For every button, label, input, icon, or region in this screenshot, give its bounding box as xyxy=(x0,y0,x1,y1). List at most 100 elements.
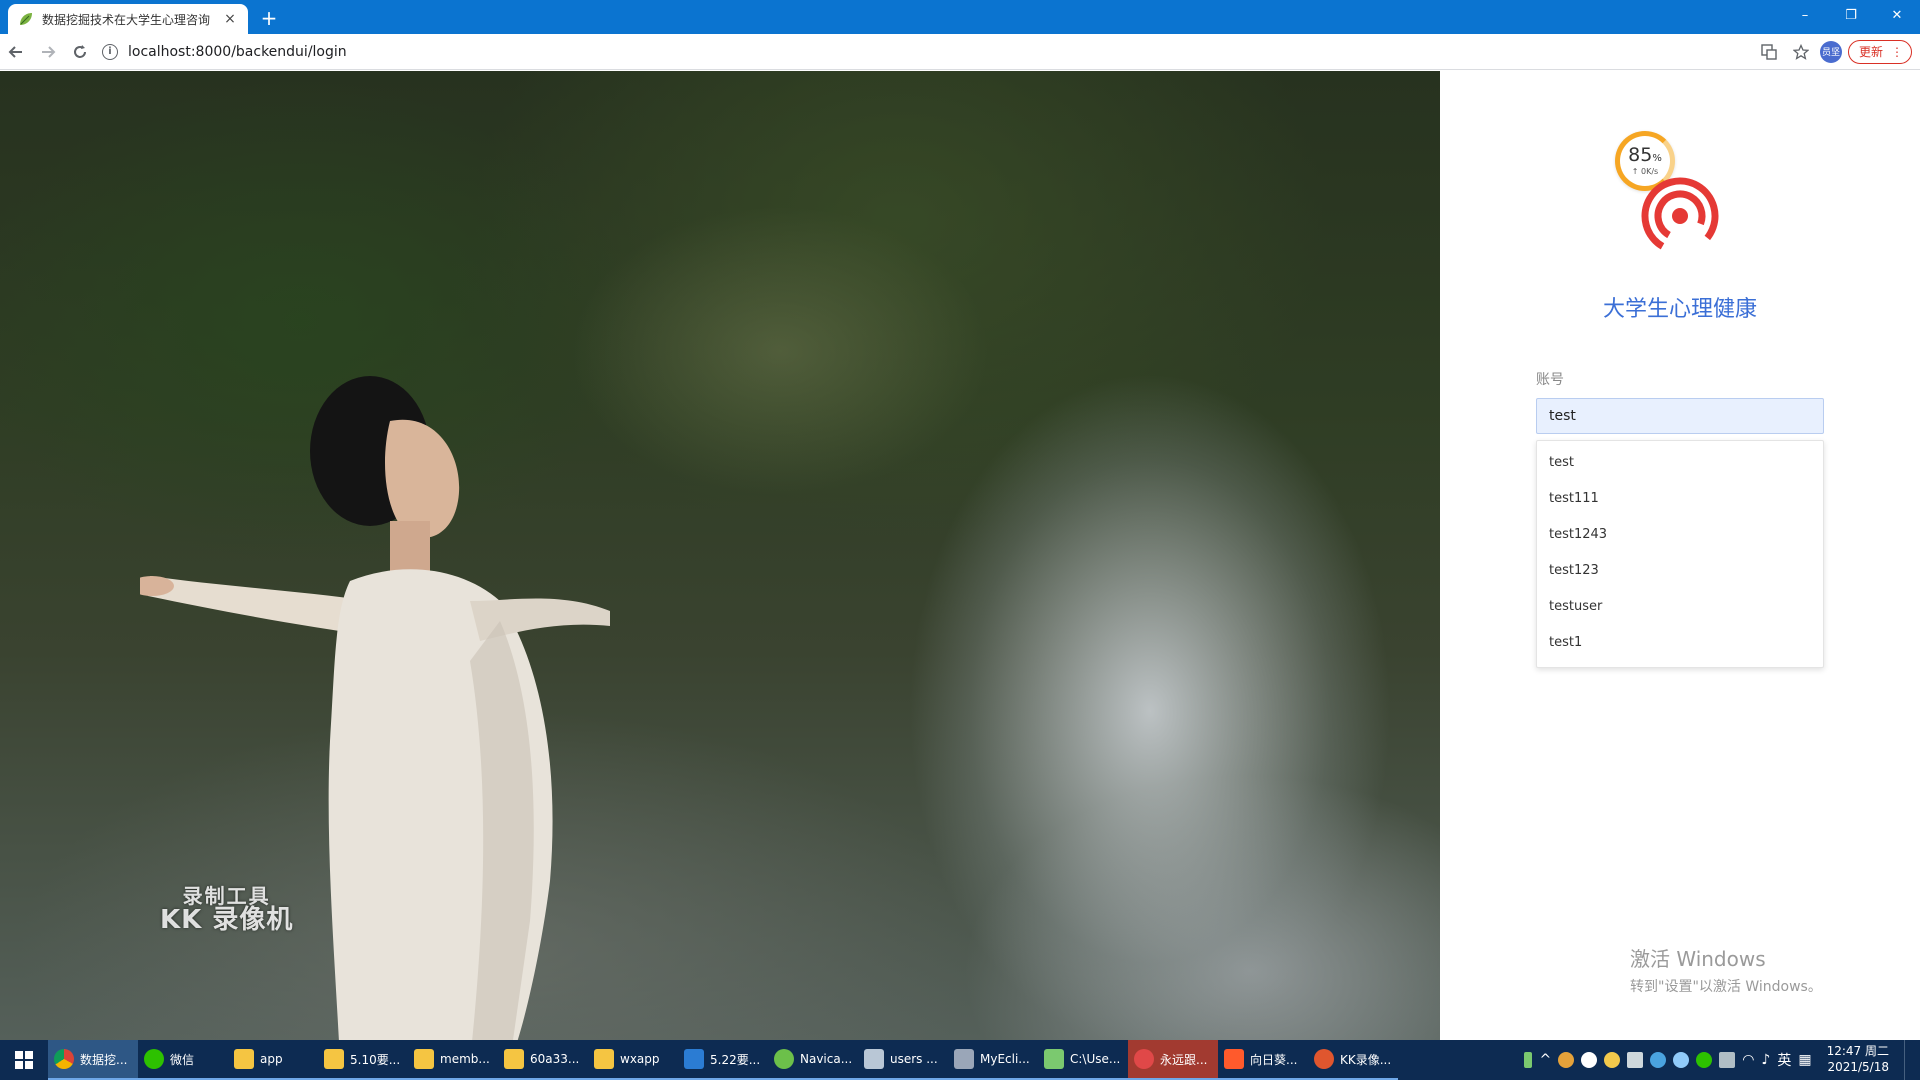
tab-close-icon[interactable]: × xyxy=(222,11,238,27)
browser-titlebar: 数据挖掘技术在大学生心理咨询 × + – ❐ ✕ xyxy=(0,0,1920,34)
reload-button[interactable] xyxy=(64,36,96,68)
taskbar-item-label: 微信 xyxy=(170,1052,195,1067)
tray-app-icon[interactable] xyxy=(1581,1052,1598,1068)
activation-line1: 激活 Windows xyxy=(1630,947,1766,971)
word-icon xyxy=(684,1049,704,1069)
tray-app-icon[interactable] xyxy=(1558,1052,1575,1068)
speed-percent: 85% xyxy=(1628,144,1662,166)
folder-icon xyxy=(414,1049,434,1069)
taskbar-item[interactable]: 微信 xyxy=(138,1040,228,1080)
translate-icon[interactable] xyxy=(1756,39,1782,65)
profile-avatar[interactable]: 员坚 xyxy=(1819,40,1842,63)
volume-icon[interactable]: ♪ xyxy=(1761,1052,1770,1068)
taskbar-item-label: users ... xyxy=(890,1052,938,1066)
taskbar-item[interactable]: wxapp xyxy=(588,1040,678,1080)
tray-expand-icon[interactable]: ^ xyxy=(1539,1052,1551,1068)
forward-button[interactable] xyxy=(32,36,64,68)
watermark-line2: KK 录像机 xyxy=(160,905,294,935)
player-icon xyxy=(1134,1049,1154,1069)
taskbar-item-label: 5.22要... xyxy=(710,1052,761,1067)
tray-app-icon[interactable] xyxy=(1604,1052,1621,1068)
folder-icon xyxy=(234,1049,254,1069)
taskbar-item[interactable]: 数据挖... xyxy=(48,1040,138,1080)
database-icon xyxy=(864,1049,884,1069)
taskbar-item[interactable]: app xyxy=(228,1040,318,1080)
bookmark-star-icon[interactable] xyxy=(1788,39,1814,65)
address-bar[interactable]: i localhost:8000/backendui/login xyxy=(102,38,1756,66)
speed-rate: ↑ 0K/s xyxy=(1631,167,1659,176)
show-desktop-button[interactable] xyxy=(1904,1040,1910,1080)
update-button[interactable]: 更新 ⋮ xyxy=(1847,39,1912,64)
clock-time: 12:47 周二 xyxy=(1826,1044,1889,1059)
start-button[interactable] xyxy=(0,1040,48,1080)
tray-app-icon[interactable] xyxy=(1650,1052,1667,1068)
wifi-icon[interactable]: ◠ xyxy=(1742,1052,1754,1068)
suggestion-item[interactable]: test xyxy=(1537,445,1823,481)
suggestion-item[interactable]: test1243 xyxy=(1537,517,1823,553)
chrome-icon xyxy=(54,1049,74,1069)
windows-taskbar: 数据挖... 微信 app 5.10要... memb... 60a33... wxapp 5… xyxy=(0,1040,1920,1080)
kk-recorder-icon xyxy=(1314,1049,1334,1069)
ime-indicator[interactable]: 英 xyxy=(1777,1050,1791,1070)
tray-app-icon[interactable] xyxy=(1719,1052,1736,1068)
arrow-left-icon xyxy=(8,45,22,58)
tray-app-icon[interactable] xyxy=(1627,1052,1644,1068)
taskbar-item-label: 数据挖... xyxy=(80,1052,128,1067)
suggestion-item[interactable]: testuser xyxy=(1537,589,1823,625)
keyboard-icon[interactable]: ▦ xyxy=(1798,1052,1811,1068)
taskbar-item[interactable]: 永远跟... xyxy=(1128,1040,1218,1080)
tab-title: 数据挖掘技术在大学生心理咨询 xyxy=(42,12,211,27)
suggestion-item[interactable]: test111 xyxy=(1537,481,1823,517)
wechat-tray-icon[interactable] xyxy=(1696,1052,1713,1068)
taskbar-item[interactable]: KK录像... xyxy=(1308,1040,1398,1080)
navicat-icon xyxy=(774,1049,794,1069)
taskbar-item[interactable]: 向日葵... xyxy=(1218,1040,1308,1080)
leaf-favicon-icon xyxy=(20,13,32,25)
reload-icon xyxy=(74,44,86,58)
wechat-icon xyxy=(144,1049,164,1069)
taskbar-item[interactable]: C:\Use... xyxy=(1038,1040,1128,1080)
taskbar-item-label: wxapp xyxy=(620,1052,660,1066)
recorder-watermark: 录制工具 KK 录像机 xyxy=(160,886,293,934)
taskbar-item-label: C:\Use... xyxy=(1070,1052,1121,1066)
activation-line2: 转到"设置"以激活 Windows。 xyxy=(1630,979,1822,995)
taskbar-item[interactable]: 5.22要... xyxy=(678,1040,768,1080)
login-panel: 85% ↑ 0K/s 大学生心理健康 账号 test test111 test1… xyxy=(1440,71,1920,1040)
taskbar-item[interactable]: MyEcli... xyxy=(948,1040,1038,1080)
account-input[interactable] xyxy=(1536,398,1824,434)
folder-icon xyxy=(504,1049,524,1069)
clock[interactable]: 12:47 周二 2021/5/18 xyxy=(1827,1044,1889,1075)
browser-tab[interactable]: 数据挖掘技术在大学生心理咨询 × xyxy=(8,4,248,34)
taskbar-item[interactable]: users ... xyxy=(858,1040,948,1080)
taskbar-item[interactable]: 60a33... xyxy=(498,1040,588,1080)
update-label: 更新 xyxy=(1858,45,1883,59)
sunlogin-icon xyxy=(1224,1049,1244,1069)
restore-button[interactable]: ❐ xyxy=(1828,0,1874,30)
site-info-icon[interactable]: i xyxy=(102,43,118,60)
folder-icon xyxy=(594,1049,614,1069)
window-controls: – ❐ ✕ xyxy=(1782,0,1920,30)
suggestion-item[interactable]: test123 xyxy=(1537,553,1823,589)
windows-logo-icon xyxy=(15,1051,33,1069)
eclipse-icon xyxy=(954,1049,974,1069)
minimize-button[interactable]: – xyxy=(1782,0,1828,30)
back-button[interactable] xyxy=(0,36,32,68)
system-tray: ^ ◠ ♪ 英 ▦ 12:47 周二 2021/5/18 xyxy=(1524,1040,1920,1080)
browser-toolbar: i localhost:8000/backendui/login 员坚 更新 ⋮ xyxy=(0,34,1920,70)
watermark-line1: 录制工具 xyxy=(182,884,271,908)
menu-dots-icon: ⋮ xyxy=(1891,44,1903,59)
taskbar-item-label: Navica... xyxy=(800,1052,853,1066)
tray-app-icon[interactable] xyxy=(1673,1052,1690,1068)
battery-icon[interactable] xyxy=(1524,1052,1533,1068)
taskbar-item-label: app xyxy=(260,1052,283,1066)
new-tab-button[interactable]: + xyxy=(254,4,284,34)
taskbar-item[interactable]: Navica... xyxy=(768,1040,858,1080)
suggestion-item[interactable]: test1 xyxy=(1537,625,1823,661)
taskbar-item-label: KK录像... xyxy=(1340,1052,1392,1067)
taskbar-item[interactable]: 5.10要... xyxy=(318,1040,408,1080)
taskbar-apps: 数据挖... 微信 app 5.10要... memb... 60a33... wxapp 5… xyxy=(48,1040,1398,1080)
close-window-button[interactable]: ✕ xyxy=(1874,0,1920,30)
account-label: 账号 xyxy=(1536,372,1564,388)
app-title: 大学生心理健康 xyxy=(1602,297,1757,322)
taskbar-item[interactable]: memb... xyxy=(408,1040,498,1080)
